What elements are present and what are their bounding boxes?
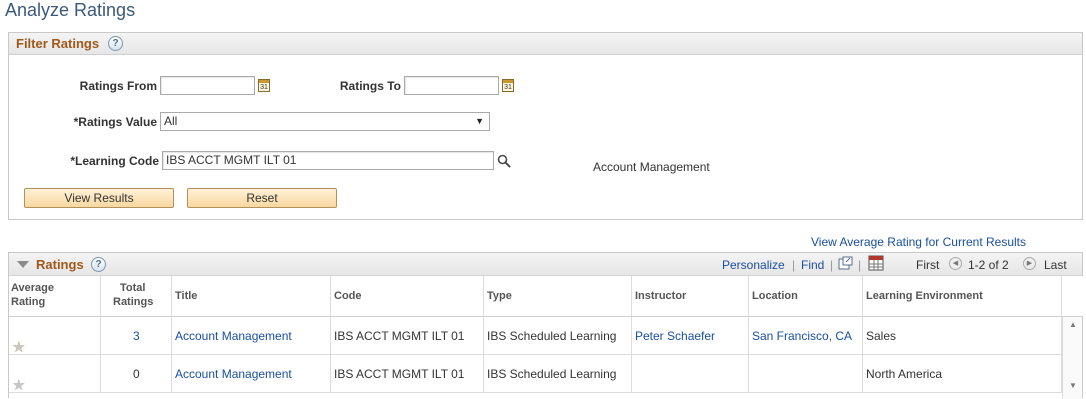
column-header-instructor-label: Instructor — [635, 290, 687, 302]
filter-ratings-header: Filter Ratings ? — [9, 33, 1082, 55]
column-header-total-ratings[interactable]: Total Ratings — [101, 276, 172, 317]
location-cell — [749, 355, 863, 393]
collapse-triangle-icon[interactable] — [17, 261, 29, 268]
code-cell: IBS ACCT MGMT ILT 01 — [331, 317, 484, 355]
learning-code-label: *Learning Code — [70, 154, 159, 168]
code-cell: IBS ACCT MGMT ILT 01 — [331, 355, 484, 393]
scroll-up-icon[interactable]: ▲ — [1069, 320, 1077, 329]
ratings-value-select[interactable]: All ▼ — [160, 112, 490, 131]
instructor-cell — [632, 355, 749, 393]
view-results-button[interactable]: View Results — [24, 188, 174, 208]
last-link[interactable]: Last — [1044, 258, 1067, 272]
help-icon[interactable]: ? — [91, 257, 106, 272]
page-range: 1-2 of 2 — [968, 258, 1009, 272]
next-icon[interactable]: ▶ — [1023, 257, 1036, 270]
separator: | — [792, 258, 796, 272]
star-icon: ★ — [12, 377, 25, 394]
zoom-icon[interactable] — [838, 256, 853, 270]
ratings-to-input[interactable] — [404, 76, 499, 95]
calendar-icon[interactable]: 31 — [258, 79, 270, 92]
average-rating-cell: ★ ★ ★ ★ ★ — [9, 317, 101, 356]
ratings-from-label: Ratings From — [79, 79, 157, 93]
search-icon[interactable] — [497, 154, 511, 168]
first-link[interactable]: First — [916, 258, 939, 272]
table-row: ★ ★ ★ ★ ★ 3 Account Management IBS ACCT MGMT… — [9, 317, 1062, 356]
column-header-location-label: Location — [752, 290, 798, 302]
column-header-location[interactable]: Location — [749, 276, 863, 317]
column-header-code-label: Code — [334, 290, 362, 302]
title-cell: Account Management — [172, 317, 331, 355]
total-ratings-link[interactable]: 3 — [133, 329, 140, 343]
instructor-cell: Peter Schaefer — [632, 317, 749, 355]
total-ratings-value: 0 — [133, 367, 140, 381]
scroll-down-icon[interactable]: ▼ — [1069, 381, 1077, 390]
title-link[interactable]: Account Management — [175, 329, 292, 343]
dropdown-arrow-icon: ▼ — [475, 116, 484, 126]
column-header-type-label: Type — [487, 290, 512, 302]
column-header-scroll-spacer — [1062, 276, 1083, 317]
learning-environment-cell: North America — [863, 355, 1062, 393]
type-cell: IBS Scheduled Learning — [484, 317, 632, 355]
help-icon[interactable]: ? — [108, 36, 123, 51]
instructor-link[interactable]: Peter Schaefer — [635, 329, 715, 343]
column-header-type[interactable]: Type — [484, 276, 632, 317]
average-rating-cell: ★ ★ ★ ★ ★ — [9, 355, 101, 394]
title-cell: Account Management — [172, 355, 331, 393]
filter-ratings-panel: Filter Ratings ? Ratings From 31 Ratings… — [8, 32, 1083, 220]
learning-environment-value: Sales — [866, 329, 897, 343]
code-value: IBS ACCT MGMT ILT 01 — [334, 329, 465, 343]
column-header-total-ratings-line2: Ratings — [113, 296, 154, 308]
ratings-title: Ratings — [36, 257, 84, 272]
separator: | — [858, 258, 862, 272]
star-icon: ★ — [12, 339, 25, 356]
find-link[interactable]: Find — [801, 258, 824, 272]
total-ratings-cell: 3 — [101, 317, 172, 355]
personalize-link[interactable]: Personalize — [722, 258, 785, 272]
download-excel-icon[interactable] — [868, 255, 884, 271]
vertical-scrollbar[interactable]: ▲ ▼ — [1062, 317, 1082, 399]
type-value: IBS Scheduled Learning — [487, 329, 617, 343]
location-cell: San Francisco, CA — [749, 317, 863, 355]
ratings-grid-header: Ratings ? Personalize | Find | | First ◀… — [9, 253, 1082, 276]
separator: | — [830, 258, 834, 272]
ratings-from-input[interactable] — [160, 76, 255, 95]
title-link[interactable]: Account Management — [175, 367, 292, 381]
previous-icon[interactable]: ◀ — [949, 257, 962, 270]
location-link[interactable]: San Francisco, CA — [752, 329, 852, 343]
filter-ratings-title: Filter Ratings — [16, 36, 100, 51]
reset-button[interactable]: Reset — [187, 188, 337, 208]
view-average-rating-link[interactable]: View Average Rating for Current Results — [811, 235, 1026, 249]
type-value: IBS Scheduled Learning — [487, 367, 617, 381]
column-header-learning-environment-label: Learning Environment — [866, 290, 983, 302]
type-cell: IBS Scheduled Learning — [484, 355, 632, 393]
ratings-grid: Ratings ? Personalize | Find | | First ◀… — [8, 252, 1083, 399]
learning-code-description: Account Management — [593, 160, 710, 174]
column-header-total-ratings-line1: Total — [120, 282, 146, 294]
ratings-value-selected: All — [164, 114, 178, 128]
table-row: ★ ★ ★ ★ ★ 0 Account Management IBS ACCT MGMT… — [9, 355, 1062, 394]
column-header-title[interactable]: Title — [172, 276, 331, 317]
total-ratings-cell: 0 — [101, 355, 172, 393]
learning-environment-value: North America — [866, 367, 943, 381]
learning-environment-cell: Sales — [863, 317, 1062, 355]
learning-code-input[interactable]: IBS ACCT MGMT ILT 01 — [162, 151, 494, 170]
column-header-average-rating[interactable]: Average Rating — [9, 276, 101, 317]
page-title: Analyze Ratings — [5, 0, 136, 20]
ratings-value-label: *Ratings Value — [73, 115, 157, 129]
column-header-code[interactable]: Code — [331, 276, 484, 317]
column-header-average-rating-line2: Rating — [11, 296, 46, 308]
column-header-instructor[interactable]: Instructor — [632, 276, 749, 317]
column-header-average-rating-line1: Average — [11, 282, 55, 294]
ratings-to-label: Ratings To — [339, 79, 401, 93]
calendar-icon[interactable]: 31 — [502, 79, 514, 92]
column-header-title-label: Title — [175, 290, 198, 302]
code-value: IBS ACCT MGMT ILT 01 — [334, 367, 465, 381]
column-header-learning-environment[interactable]: Learning Environment — [863, 276, 1062, 317]
